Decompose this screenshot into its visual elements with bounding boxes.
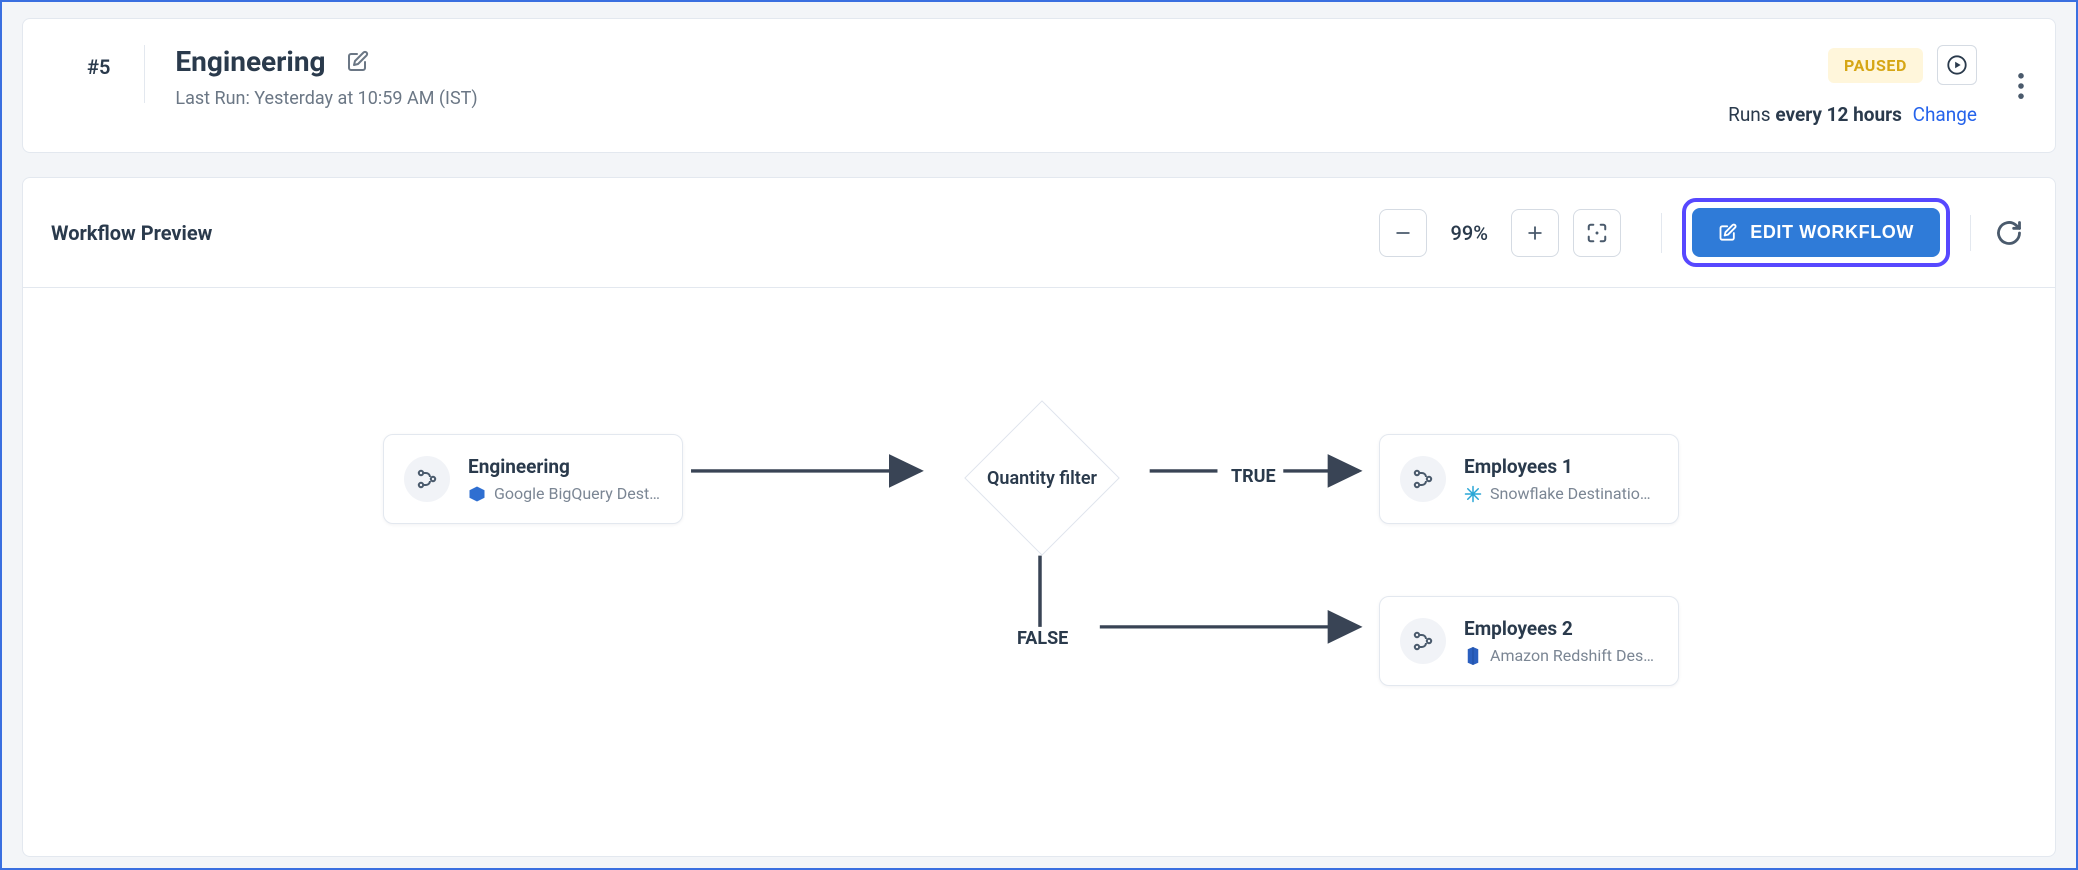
fit-view-button[interactable] bbox=[1573, 209, 1621, 257]
workflow-header: #5 Engineering Last Run: Yesterday at 10… bbox=[22, 18, 2056, 153]
node-filter-label: Quantity filter bbox=[988, 424, 1096, 532]
node-false-dest[interactable]: Employees 2 Amazon Redshift Desti... bbox=[1379, 596, 1679, 686]
node-source-title: Engineering bbox=[468, 455, 662, 478]
edge-label-true: TRUE bbox=[1231, 466, 1276, 487]
redshift-icon bbox=[1464, 647, 1482, 665]
node-source[interactable]: Engineering Google BigQuery Desti... bbox=[383, 434, 683, 524]
workflow-title: Engineering bbox=[175, 45, 325, 78]
run-icon[interactable] bbox=[1937, 45, 1977, 85]
edit-title-icon[interactable] bbox=[344, 48, 372, 76]
edit-workflow-button[interactable]: EDIT WORKFLOW bbox=[1692, 208, 1940, 257]
node-false-title: Employees 2 bbox=[1464, 617, 1658, 640]
status-badge: PAUSED bbox=[1828, 48, 1923, 83]
bigquery-icon bbox=[468, 485, 486, 503]
node-true-subtitle: Snowflake Destination... bbox=[1490, 484, 1658, 503]
zoom-in-button[interactable] bbox=[1511, 209, 1559, 257]
node-true-title: Employees 1 bbox=[1464, 455, 1658, 478]
branch-icon bbox=[1400, 618, 1446, 664]
workflow-canvas[interactable]: Engineering Google BigQuery Desti... Qua… bbox=[23, 287, 2055, 856]
workflow-preview-panel: Workflow Preview 99% bbox=[22, 177, 2056, 857]
change-schedule-link[interactable]: Change bbox=[1913, 103, 1977, 126]
snowflake-icon bbox=[1464, 485, 1482, 503]
zoom-out-button[interactable] bbox=[1379, 209, 1427, 257]
workflow-number: #5 bbox=[53, 45, 145, 103]
refresh-button[interactable] bbox=[1991, 215, 2027, 251]
edit-workflow-highlight: EDIT WORKFLOW bbox=[1682, 198, 1950, 267]
schedule-text: Runs every 12 hours Change bbox=[1728, 103, 1977, 126]
node-source-subtitle: Google BigQuery Desti... bbox=[494, 484, 662, 503]
preview-toolbar: Workflow Preview 99% bbox=[23, 178, 2055, 287]
last-run-label: Last Run: Yesterday at 10:59 AM (IST) bbox=[175, 88, 1728, 109]
preview-title: Workflow Preview bbox=[51, 221, 1379, 245]
branch-icon bbox=[404, 456, 450, 502]
more-menu-icon[interactable] bbox=[2005, 70, 2037, 102]
branch-icon bbox=[1400, 456, 1446, 502]
node-filter[interactable]: Quantity filter bbox=[964, 400, 1120, 556]
node-true-dest[interactable]: Employees 1 Snowflake Destination... bbox=[1379, 434, 1679, 524]
node-false-subtitle: Amazon Redshift Desti... bbox=[1490, 646, 1658, 665]
zoom-percent: 99% bbox=[1441, 221, 1497, 245]
edge-label-false: FALSE bbox=[1017, 628, 1068, 649]
